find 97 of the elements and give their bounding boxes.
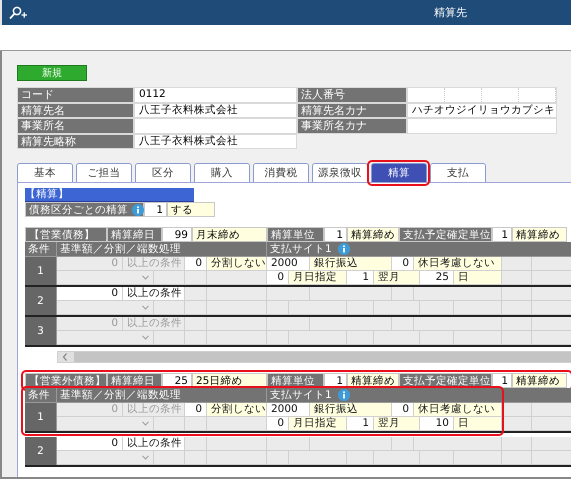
- row-number: 2: [25, 437, 57, 465]
- chevron-down-icon: [142, 421, 149, 426]
- dropdown[interactable]: [57, 451, 154, 465]
- code-cell: 1: [347, 271, 374, 285]
- value-cell: 銀行振込: [310, 403, 392, 417]
- tab[interactable]: ご担当: [76, 163, 132, 182]
- tab[interactable]: 消費税: [253, 163, 309, 182]
- amount-cell: 2000: [267, 403, 310, 417]
- value-cell: 銀行振込: [310, 257, 392, 271]
- column-header: 条件: [25, 388, 57, 403]
- value-cell: 日: [454, 271, 502, 285]
- value-cell: 精算締め: [512, 227, 567, 242]
- chevron-left-icon[interactable]: [62, 353, 68, 361]
- dropdown[interactable]: [57, 271, 154, 285]
- value-cell: 日: [454, 417, 502, 431]
- row-number: 1: [25, 403, 57, 431]
- amount-cell: 2000: [267, 257, 310, 271]
- amount-field[interactable]: 0: [57, 287, 123, 301]
- value-cell: 翌月: [374, 271, 420, 285]
- condition-cell: 以上の条件: [123, 287, 185, 301]
- text-field[interactable]: [407, 118, 557, 134]
- tab[interactable]: 精算: [371, 163, 427, 182]
- dropdown[interactable]: [57, 331, 154, 345]
- code-cell: 0: [267, 271, 289, 285]
- code-cell: 0: [392, 257, 414, 271]
- code-cell: 10: [420, 417, 454, 431]
- info-icon[interactable]: [338, 389, 350, 401]
- zoom-in-icon[interactable]: [8, 6, 28, 20]
- chevron-down-icon: [142, 275, 149, 280]
- field-label: 債務区分ごとの精算: [29, 202, 128, 216]
- code-cell: 1: [324, 227, 347, 242]
- horizontal-scrollbar[interactable]: [57, 351, 571, 363]
- condition-cell: 以上の条件: [123, 403, 185, 417]
- info-icon[interactable]: [338, 243, 350, 255]
- value-cell: 分割しない: [207, 403, 267, 417]
- column-header: 支払サイト1: [270, 388, 332, 402]
- segmented-field[interactable]: [407, 87, 557, 102]
- column-header: 基準額／分割／端数処理: [57, 242, 267, 257]
- dropdown[interactable]: [57, 417, 154, 431]
- code-cell: 99: [162, 227, 192, 242]
- text-field[interactable]: ハチオウジイリョウカブシキ: [407, 102, 557, 118]
- tab[interactable]: 購入: [194, 163, 250, 182]
- value-cell: 休日考慮しない: [414, 403, 502, 417]
- condition-cell: 以上の条件: [123, 437, 185, 451]
- value-cell: 翌月: [374, 417, 420, 431]
- value-cell: 精算締め: [512, 373, 567, 388]
- column-header: 基準額／分割／端数処理: [57, 388, 267, 403]
- row-number: 2: [25, 287, 57, 315]
- code-cell: 1: [492, 373, 512, 388]
- chevron-down-icon: [142, 305, 149, 310]
- chevron-down-icon: [142, 335, 149, 340]
- field-label: コード: [17, 87, 134, 102]
- text-field[interactable]: 0112: [134, 87, 297, 102]
- field-label: 事業所名: [17, 118, 134, 134]
- value-cell: 精算締め: [347, 227, 399, 242]
- value-cell: 月日指定: [289, 271, 347, 285]
- text-field[interactable]: [134, 118, 297, 134]
- tab[interactable]: 源泉徴収: [312, 163, 368, 182]
- code-cell: 0: [185, 257, 207, 271]
- field-label: 精算締日: [107, 227, 162, 242]
- row-number: 1: [25, 257, 57, 285]
- field-label: 精算先名: [17, 102, 134, 118]
- field-label: 事業所名カナ: [297, 118, 407, 134]
- field-label: 精算単位: [267, 227, 324, 242]
- column-header: 条件: [25, 242, 57, 257]
- code-cell: 1: [347, 417, 374, 431]
- value-cell: 休日考慮しない: [414, 257, 502, 271]
- condition-cell: 以上の条件: [123, 317, 185, 331]
- amount-field[interactable]: 0: [57, 437, 123, 451]
- value-cell: 分割しない: [207, 257, 267, 271]
- value-cell: する: [167, 202, 215, 217]
- code-cell: 0: [267, 417, 289, 431]
- code-cell: 1: [144, 202, 167, 217]
- field-label: 精算先略称: [17, 134, 134, 149]
- section-title: 【精算】: [25, 188, 194, 202]
- condition-cell: 以上の条件: [123, 257, 185, 271]
- value-cell: 月末締め: [192, 227, 267, 242]
- window-title: 精算先: [434, 5, 467, 20]
- section-title: 【営業債務】: [25, 227, 107, 242]
- value-cell: 月日指定: [289, 417, 347, 431]
- text-field[interactable]: 八王子衣料株式会社: [134, 102, 297, 118]
- chevron-down-icon: [142, 455, 149, 460]
- text-field[interactable]: 八王子衣料株式会社: [134, 134, 297, 149]
- field-label: 精算先名カナ: [297, 102, 407, 118]
- code-cell: 25: [420, 271, 454, 285]
- column-header: 支払サイト1: [270, 242, 332, 256]
- dropdown[interactable]: [57, 301, 154, 315]
- field-label: 法人番号: [297, 87, 407, 102]
- field-label: 支払予定確定単位: [399, 227, 492, 242]
- tab[interactable]: 区分: [135, 163, 191, 182]
- info-icon[interactable]: [132, 204, 144, 216]
- code-cell: 0: [185, 403, 207, 417]
- tab[interactable]: 支払: [430, 163, 486, 182]
- code-cell: 1: [492, 227, 512, 242]
- row-number: 3: [25, 317, 57, 345]
- tab[interactable]: 基本: [17, 163, 73, 182]
- code-cell: 0: [392, 403, 414, 417]
